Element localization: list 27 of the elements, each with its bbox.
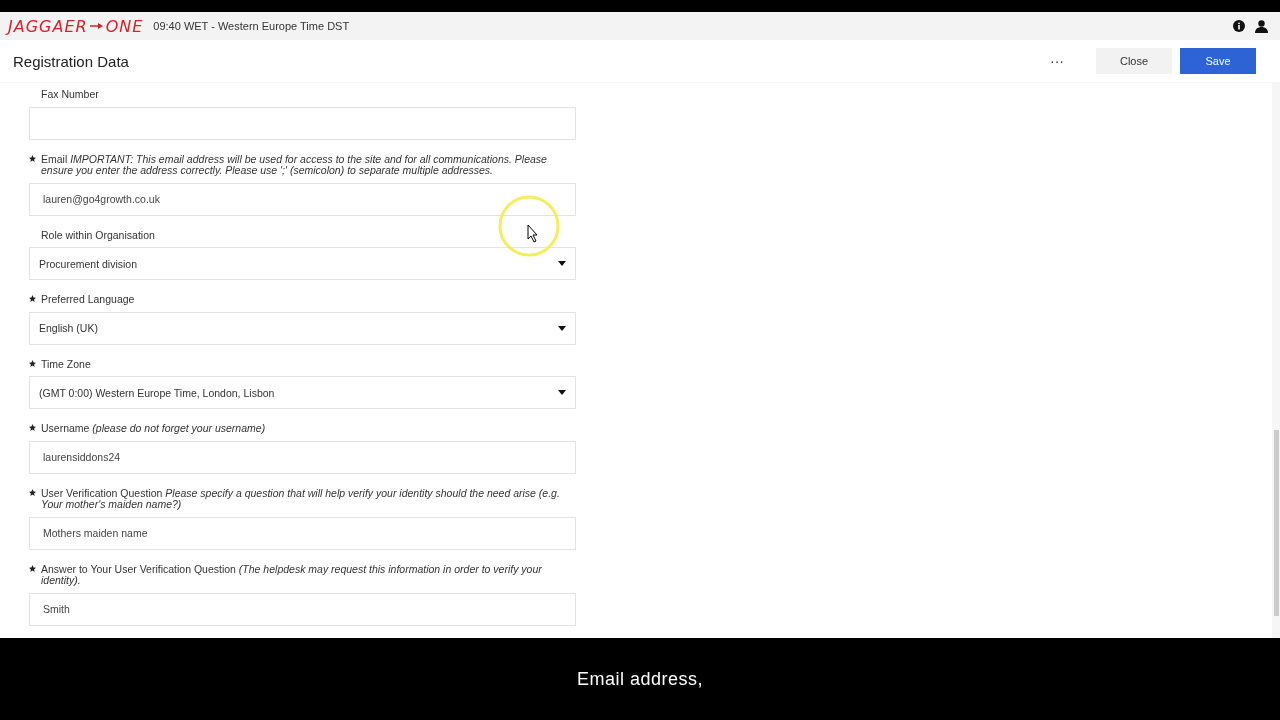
input-field[interactable]: lauren@go4growth.co.uk: [29, 182, 576, 216]
input-field[interactable]: Smith: [29, 592, 576, 626]
time-zone-text: 09:40 WET - Western Europe Time DST: [153, 20, 350, 32]
dropdown-field[interactable]: (GMT 0:00) Western Europe Time, London, Lisbon: [29, 376, 576, 409]
field-label: Username (please do not forget your username): [41, 423, 266, 435]
field-label: Answer to Your User Verification Question (The helpdesk may request this information in order to verify your identity).: [41, 563, 543, 587]
field-label: Role within Organisation: [41, 229, 155, 241]
caret-icon: [558, 390, 566, 395]
field-label: Preferred Language: [41, 294, 135, 306]
input-field[interactable]: Mothers maiden name: [29, 516, 576, 550]
save-button[interactable]: Save: [1180, 48, 1256, 74]
field-label: User Verification Question Please specify a question that will help verify your identity should the need arise (e.g. Your mother's maiden name?): [41, 487, 561, 511]
dropdown-field[interactable]: Procurement division: [29, 247, 576, 280]
caret-icon: [558, 325, 566, 331]
close-button[interactable]: Close: [1096, 48, 1172, 74]
info-icon[interactable]: [1233, 20, 1245, 32]
video-caption: Email address,: [576, 668, 704, 690]
page-title: Registration Data: [13, 52, 129, 70]
caret-icon: [558, 261, 566, 266]
input-field[interactable]: laurensiddons24: [29, 440, 576, 474]
more-menu-button[interactable]: ···: [1050, 53, 1064, 69]
field-label: Fax Number: [41, 89, 99, 101]
field-label: Email IMPORTANT: This email address will be used for access to the site and for all communications. Please ensure you enter the address correctly. Please use ';' (semicolon) to separate multiple addresses.: [41, 153, 548, 177]
input-field[interactable]: [29, 106, 576, 140]
user-icon[interactable]: [1255, 19, 1268, 33]
dropdown-field[interactable]: English (UK): [29, 311, 576, 345]
field-label: Time Zone: [41, 358, 91, 370]
